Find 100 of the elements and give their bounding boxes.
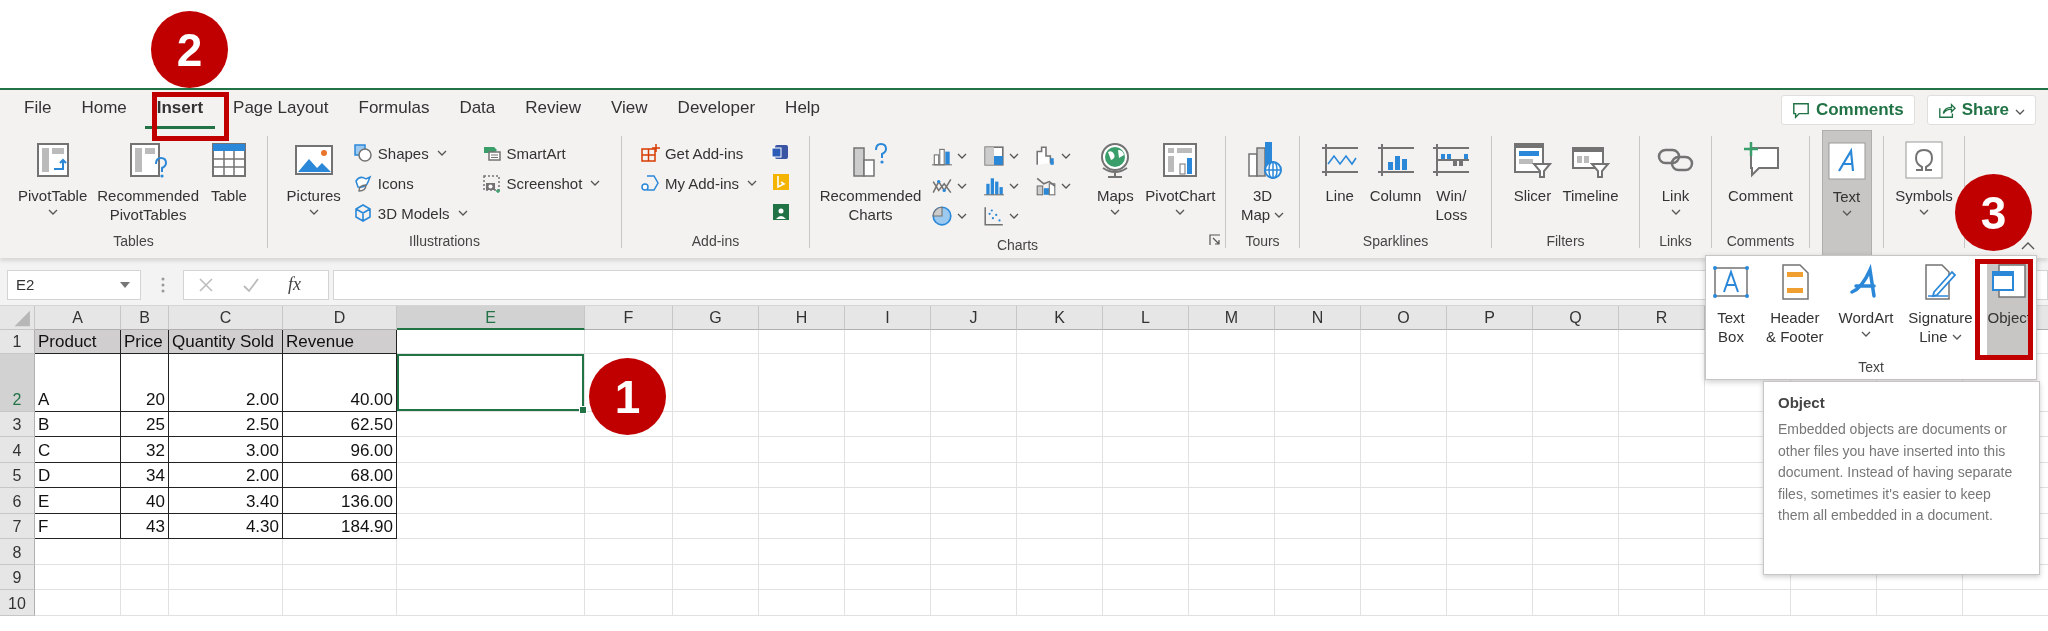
row-header[interactable]: 8 — [0, 539, 35, 565]
row-header[interactable]: 4 — [0, 437, 35, 463]
ribbon-button[interactable]: Comment — [1724, 136, 1797, 209]
button-label: My Add-ins — [664, 174, 740, 192]
comments-button[interactable]: Comments — [1780, 95, 1915, 125]
letter-header[interactable]: D — [283, 306, 397, 330]
row-header[interactable]: 6 — [0, 488, 35, 514]
ribbon-tab[interactable]: View — [599, 91, 660, 129]
letter-header[interactable]: B — [121, 306, 169, 330]
ribbon-button[interactable]: WordArt — [1837, 260, 1895, 359]
row-header[interactable]: 7 — [0, 514, 35, 539]
empty-cell — [121, 590, 169, 616]
ribbon-button[interactable]: Symbols — [1891, 136, 1957, 219]
ribbon-tab[interactable]: Data — [447, 91, 508, 129]
dialog-launcher-icon[interactable] — [1209, 234, 1221, 246]
table-cell: 25 — [121, 412, 169, 437]
collapse-ribbon-icon[interactable] — [2021, 242, 2035, 250]
ribbon-tab[interactable]: Developer — [665, 91, 768, 129]
letter-header[interactable]: I — [845, 306, 931, 330]
row-header[interactable]: 10 — [0, 590, 35, 616]
row-header[interactable]: 3 — [0, 412, 35, 437]
table-cell: Quantity Sold — [169, 330, 283, 354]
ribbon-button[interactable]: Timeline — [1558, 136, 1623, 209]
row-header[interactable]: 5 — [0, 463, 35, 488]
ribbon-button[interactable]: Icons — [352, 170, 468, 196]
ribbon-button[interactable]: Header & Footer — [1765, 260, 1825, 359]
ribbon-tab[interactable]: Formulas — [346, 91, 442, 129]
table-cell: A — [35, 354, 121, 412]
ribbon-button[interactable]: 3D Map — [1236, 136, 1289, 228]
ribbon-button[interactable]: Maps — [1091, 136, 1140, 219]
ribbon-button[interactable]: Get Add-ins — [639, 140, 758, 166]
letter-header[interactable]: O — [1361, 306, 1447, 330]
ribbon-button[interactable]: SmartArt — [481, 140, 601, 166]
shapes-icon — [352, 143, 373, 163]
letter-header[interactable]: K — [1017, 306, 1103, 330]
ribbon-button[interactable]: Link — [1651, 136, 1700, 219]
button-label: Shapes — [377, 144, 429, 162]
letter-header[interactable]: C — [169, 306, 283, 330]
row-header[interactable]: 9 — [0, 565, 35, 590]
insert-function-button[interactable]: fx — [288, 274, 301, 295]
letter-header[interactable]: F — [585, 306, 673, 330]
ribbon-button[interactable]: Text — [1821, 130, 1872, 258]
table-cell: 4.30 — [169, 514, 283, 539]
ribbon-button[interactable]: Signature Line — [1907, 260, 1974, 359]
ribbon-tab[interactable]: File — [12, 91, 64, 129]
ribbon-tab[interactable]: Help — [773, 91, 833, 129]
name-box[interactable]: E2 — [7, 269, 141, 300]
share-button[interactable]: Share — [1926, 95, 2036, 125]
table-cell: 43 — [121, 514, 169, 539]
letter-header[interactable]: E — [397, 306, 585, 330]
active-cell[interactable] — [397, 354, 585, 412]
letter-header[interactable]: A — [35, 306, 121, 330]
comments-label: Comments — [1815, 100, 1904, 120]
row-header[interactable]: 2 — [0, 354, 35, 412]
more-icon — [161, 276, 165, 293]
ribbon-tab[interactable]: Review — [513, 91, 594, 129]
ribbon-button[interactable]: Column — [1365, 136, 1426, 209]
ribbon-button[interactable]: Recommended Charts — [815, 136, 926, 228]
tooltip-title: Object — [1778, 394, 1826, 411]
group-label: Add-ins — [691, 233, 740, 249]
ribbon-button[interactable]: Slicer — [1508, 136, 1557, 209]
table-cell: 20 — [121, 354, 169, 412]
button-label: Screenshot — [506, 174, 583, 192]
omega-icon — [1904, 140, 1944, 180]
letter-header[interactable]: M — [1189, 306, 1275, 330]
letter-header[interactable]: P — [1447, 306, 1533, 330]
letter-header[interactable]: L — [1103, 306, 1189, 330]
ribbon-button[interactable]: My Add-ins — [639, 170, 758, 196]
letter-header[interactable]: J — [931, 306, 1017, 330]
ribbon-button[interactable]: Win/ Loss — [1427, 136, 1476, 228]
ribbon-button[interactable]: Recommended PivotTables — [93, 136, 203, 228]
ribbon-tab[interactable]: Home — [69, 91, 139, 129]
step-badge: 2 — [151, 11, 228, 88]
app-icon[interactable] — [771, 202, 792, 222]
tooltip-text: Embedded objects are documents or other files you have inserted into this document. Instead of having separate files, sometimes it's easier to keep them all embedded in a document. — [1778, 420, 2014, 525]
ribbon-button[interactable]: Pictures — [282, 136, 345, 219]
table-cell: 62.50 — [283, 412, 397, 437]
ribbon-tab[interactable]: Page Layout — [221, 91, 341, 129]
ribbon-button[interactable]: PivotChart — [1141, 136, 1220, 219]
button-label: SmartArt — [506, 144, 566, 162]
letter-header[interactable]: R — [1619, 306, 1705, 330]
table-cell: 2.00 — [169, 463, 283, 488]
pivot-table-question-icon — [128, 140, 169, 180]
button-label: Icons — [377, 174, 414, 192]
ribbon-button[interactable]: Screenshot — [481, 170, 601, 196]
screenshot-icon — [481, 173, 502, 193]
letter-header[interactable]: Q — [1533, 306, 1619, 330]
ribbon-button[interactable]: Table — [204, 136, 253, 209]
ribbon-button[interactable]: Text Box — [1710, 260, 1752, 359]
ribbon-button[interactable]: 3D Models — [352, 200, 468, 226]
check-icon[interactable] — [242, 276, 260, 293]
row-header[interactable]: 1 — [0, 330, 35, 354]
group-label: Illustrations — [409, 233, 480, 249]
ribbon-button[interactable]: Line — [1315, 136, 1364, 209]
share-label: Share — [1961, 100, 2009, 120]
ribbon-button[interactable]: PivotTable — [14, 136, 92, 219]
letter-header[interactable]: H — [759, 306, 845, 330]
letter-header[interactable]: N — [1275, 306, 1361, 330]
letter-header[interactable]: G — [673, 306, 759, 330]
ribbon-button[interactable]: Shapes — [352, 140, 468, 166]
